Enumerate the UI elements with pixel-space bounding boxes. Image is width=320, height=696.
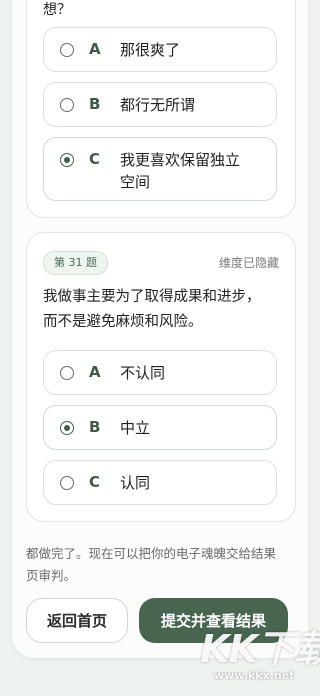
option-letter: A: [89, 363, 101, 381]
radio-icon[interactable]: [60, 476, 74, 490]
radio-icon[interactable]: [60, 98, 74, 112]
option-b[interactable]: B 中立: [43, 405, 277, 450]
option-a[interactable]: A 那很爽了: [43, 27, 277, 72]
option-label: 那很爽了: [120, 41, 181, 59]
watermark: KK下载 www.kkx.net: [200, 618, 320, 694]
question-card-31: 第 31 题 维度已隐藏 我做事主要为了取得成果和进步， 而不是避免麻烦和风险。…: [26, 232, 296, 522]
option-letter: C: [89, 150, 101, 168]
option-label: 都行无所谓: [120, 96, 196, 114]
completion-note-line1: 都做完了。现在可以把你的电子魂魄交给结果: [26, 546, 277, 561]
radio-icon[interactable]: [60, 366, 74, 380]
dimension-status: 维度已隐藏: [218, 256, 279, 270]
question-text-line2: 而不是避免麻烦和风险。: [43, 314, 203, 330]
option-label: 不认同: [120, 364, 166, 382]
watermark-url: www.kkx.net: [214, 669, 295, 682]
option-letter: B: [89, 95, 101, 113]
completion-note: 都做完了。现在可以把你的电子魂魄交给结果 页审判。: [26, 543, 296, 587]
option-label: 认同: [120, 474, 151, 492]
option-c[interactable]: C 认同: [43, 460, 277, 505]
option-letter: A: [89, 40, 101, 58]
option-letter: B: [89, 418, 101, 436]
question-number-badge: 第 31 题: [43, 251, 108, 275]
question-card-previous: 想？ A 那很爽了 B 都行无所谓 C 我更喜欢保留独立 空间: [26, 0, 296, 218]
radio-icon[interactable]: [60, 43, 74, 57]
option-letter: C: [89, 473, 101, 491]
option-label-line1: 我更喜欢保留独立: [120, 151, 241, 169]
completion-note-line2: 页审判。: [26, 568, 77, 583]
radio-checked-icon[interactable]: [60, 421, 74, 435]
watermark-logo: KK下载: [200, 627, 320, 671]
question-text-tail: 想？: [43, 2, 71, 18]
radio-checked-icon[interactable]: [60, 153, 74, 167]
option-c[interactable]: C 我更喜欢保留独立 空间: [43, 137, 277, 201]
option-label: 中立: [120, 419, 151, 437]
option-b[interactable]: B 都行无所谓: [43, 82, 277, 127]
question-text-line1: 我做事主要为了取得成果和进步，: [43, 289, 261, 305]
question-text: 我做事主要为了取得成果和进步， 而不是避免麻烦和风险。: [43, 285, 283, 335]
option-a[interactable]: A 不认同: [43, 350, 277, 395]
back-home-button[interactable]: 返回首页: [26, 598, 128, 643]
option-label-line2: 空间: [120, 173, 151, 191]
